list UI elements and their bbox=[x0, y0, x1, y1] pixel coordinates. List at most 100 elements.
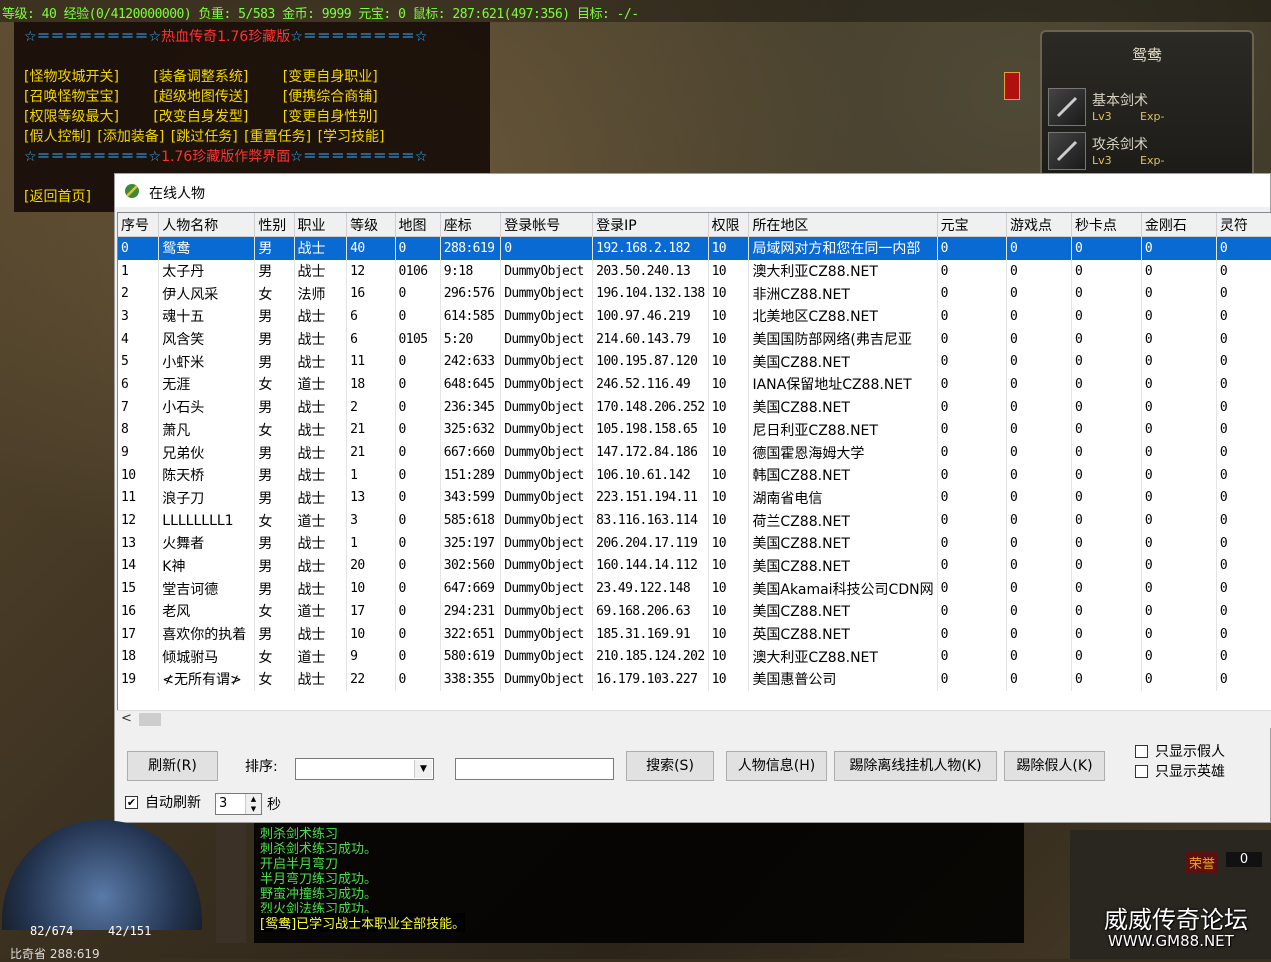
table-cell: 0 bbox=[1216, 645, 1271, 669]
table-row[interactable]: 19 ≮无所有谓≯ 女战士 22 0 338:355 DummyObject 16.179.1… bbox=[118, 668, 1271, 691]
table-cell: 19 bbox=[118, 668, 160, 691]
table-cell: 325:632 bbox=[440, 418, 502, 442]
gm-link-reset-quest[interactable]: [重置任务] bbox=[244, 129, 311, 145]
table-cell: 0 bbox=[1216, 668, 1271, 691]
table-row[interactable]: 3 魂十五男战士 6 0 614:585 DummyObject 100.97.46.219… bbox=[118, 305, 1271, 328]
search-button[interactable]: 搜索(S) bbox=[626, 751, 714, 781]
table-cell: 10 bbox=[708, 305, 750, 328]
only-hero-checkbox[interactable] bbox=[1135, 765, 1148, 778]
column-header[interactable]: 金刚石 bbox=[1141, 213, 1217, 237]
table-row[interactable]: 17 喜欢你的执着男战士 10 0 322:651 DummyObject 185.31.1… bbox=[118, 622, 1271, 646]
table-row[interactable]: 9 兄弟伙男战士 21 0 667:660 DummyObject 147.172.84.1… bbox=[118, 441, 1271, 464]
table-cell: 战士 bbox=[294, 305, 348, 328]
column-header[interactable]: 秒卡点 bbox=[1071, 213, 1142, 237]
table-row[interactable]: 11 浪子刀男战士 13 0 343:599 DummyObject 223.151.194… bbox=[118, 486, 1271, 510]
table-row[interactable]: 13 火舞者男战士 1 0 325:197 DummyObject 206.204.17.1… bbox=[118, 531, 1271, 555]
gm-link-change-class[interactable]: [变更自身职业] bbox=[283, 69, 378, 85]
table-row[interactable]: 8 萧凡女战士 21 0 325:632 DummyObject 105.198.158.6… bbox=[118, 418, 1271, 442]
gm-link-change-hair[interactable]: [改变自身发型] bbox=[153, 109, 248, 125]
table-cell: 242:633 bbox=[440, 350, 502, 374]
skill-item-attack-sword[interactable]: 攻杀剑术 Lv3 Exp- bbox=[1048, 132, 1248, 172]
only-fake-checkbox[interactable] bbox=[1135, 745, 1148, 758]
auto-refresh-checkbox[interactable]: ✔ bbox=[125, 796, 138, 809]
table-row[interactable]: 0 鸳鸯男战士 40 0 288:619 0 192.168.2.182 10 局域网对方和您在… bbox=[118, 236, 1271, 260]
table-row[interactable]: 7 小石头男战士 2 0 236:345 DummyObject 170.148.206.2… bbox=[118, 395, 1271, 419]
column-header[interactable]: 职业 bbox=[294, 213, 348, 237]
scroll-thumb[interactable] bbox=[139, 713, 161, 726]
table-cell: 0 bbox=[395, 600, 441, 623]
column-header[interactable]: 序号 bbox=[118, 213, 160, 237]
horizontal-scrollbar[interactable]: < bbox=[117, 710, 1271, 728]
close-tab-icon[interactable] bbox=[1004, 72, 1020, 100]
gm-link-skip-quest[interactable]: [跳过任务] bbox=[171, 129, 238, 145]
table-row[interactable]: 2 伊人风采女法师 16 0 296:576 DummyObject 196.104.132… bbox=[118, 282, 1271, 306]
player-info-button[interactable]: 人物信息(H) bbox=[726, 751, 827, 781]
gm-link-add-equip[interactable]: [添加装备] bbox=[97, 129, 164, 145]
table-row[interactable]: 16 老风女道士 17 0 294:231 DummyObject 69.168.206.6… bbox=[118, 600, 1271, 623]
refresh-button[interactable]: 刷新(R) bbox=[127, 751, 218, 781]
table-row[interactable]: 4 风含笑男战士 6 0105 5:20 DummyObject 214.60.143.79… bbox=[118, 327, 1271, 351]
column-header[interactable]: 等级 bbox=[346, 213, 396, 237]
column-header[interactable]: 灵符 bbox=[1216, 213, 1271, 237]
auto-refresh-spinner[interactable]: 3 ▲ ▼ bbox=[215, 793, 262, 815]
gm-link-fake-control[interactable]: [假人控制] bbox=[24, 129, 91, 145]
table-cell: 170.148.206.252 bbox=[592, 395, 709, 419]
table-cell: 男 bbox=[254, 577, 295, 600]
search-input[interactable] bbox=[455, 758, 614, 780]
table-cell: 4 bbox=[118, 327, 160, 351]
table-cell: 0 bbox=[937, 350, 1008, 374]
table-cell: 0 bbox=[1216, 486, 1271, 510]
column-header[interactable]: 人物名称 bbox=[158, 213, 256, 237]
table-cell: 196.104.132.138 bbox=[592, 282, 709, 306]
gm-link-change-gender[interactable]: [变更自身性别] bbox=[283, 109, 378, 125]
spinner-arrows-icon[interactable]: ▲ ▼ bbox=[245, 794, 261, 814]
column-header[interactable]: 所在地区 bbox=[748, 213, 938, 237]
players-grid[interactable]: 序号 人物名称 性别 职业 等级 地图 座标 登录帐号 登录IP 权限 所在地区 元宝 游戏点 秒卡点 金刚… bbox=[117, 212, 1271, 712]
table-cell: 北美地区CZ88.NET bbox=[748, 305, 938, 328]
table-row[interactable]: 18 倾城驸马女道士 9 0 580:619 DummyObject 210.185.124… bbox=[118, 645, 1271, 669]
column-header[interactable]: 性别 bbox=[254, 213, 295, 237]
gm-header-title: 热血传奇1.76珍藏版 bbox=[161, 29, 291, 45]
table-cell: 0 bbox=[937, 373, 1008, 396]
table-row[interactable]: 5 小虾米男战士 11 0 242:633 DummyObject 100.195.87.1… bbox=[118, 350, 1271, 374]
gm-link-max-permission[interactable]: [权限等级最大] bbox=[24, 109, 119, 125]
table-row[interactable]: 15 堂吉诃德男战士 10 0 647:669 DummyObject 23.49.122.… bbox=[118, 577, 1271, 600]
skill-item-basic-sword[interactable]: 基本剑术 Lv3 Exp- bbox=[1048, 88, 1248, 128]
column-header[interactable]: 登录帐号 bbox=[500, 213, 594, 237]
table-cell: 0 bbox=[937, 418, 1008, 442]
table-row[interactable]: 12 LLLLLLLL1 女道士 3 0 585:618 DummyObject 83.116… bbox=[118, 509, 1271, 532]
gm-link-learn-skill[interactable]: [学习技能] bbox=[318, 129, 385, 145]
gm-link-portable-shop[interactable]: [便携综合商铺] bbox=[283, 89, 378, 105]
table-cell: 鸳鸯 bbox=[158, 236, 256, 260]
table-row[interactable]: 14 K神男战士 20 0 302:560 DummyObject 160.144.14.1… bbox=[118, 554, 1271, 578]
column-header[interactable]: 座标 bbox=[440, 213, 502, 237]
kick-offline-button[interactable]: 踢除离线挂机人物(K) bbox=[834, 751, 997, 781]
table-cell: 0 bbox=[1006, 259, 1072, 283]
table-row[interactable]: 1 太子丹男战士 12 0106 9:18 DummyObject 203.50.240.1… bbox=[118, 259, 1271, 283]
skill-exp: Exp- bbox=[1140, 154, 1165, 167]
table-cell: 0 bbox=[937, 441, 1008, 464]
column-header[interactable]: 登录IP bbox=[592, 213, 709, 237]
scroll-left-icon[interactable]: < bbox=[121, 711, 132, 726]
table-row[interactable]: 10 陈天桥男战士 1 0 151:289 DummyObject 106.10.61.14… bbox=[118, 463, 1271, 487]
table-cell: 0 bbox=[1006, 463, 1072, 487]
gm-link-equip-adjust[interactable]: [装备调整系统] bbox=[153, 69, 248, 85]
app-icon bbox=[125, 184, 139, 198]
kick-fake-button[interactable]: 踢除假人(K) bbox=[1004, 751, 1105, 781]
gm-link-summon-pet[interactable]: [召唤怪物宝宝] bbox=[24, 89, 119, 105]
gm-link-siege-toggle[interactable]: [怪物攻城开关] bbox=[24, 69, 119, 85]
chat-side-toolbar[interactable] bbox=[216, 823, 246, 943]
column-header[interactable]: 权限 bbox=[708, 213, 750, 237]
column-header[interactable]: 地图 bbox=[395, 213, 441, 237]
table-cell: 0 bbox=[1006, 600, 1072, 623]
gm-link-return-home[interactable]: [返回首页] bbox=[24, 186, 91, 206]
table-header-row: 序号 人物名称 性别 职业 等级 地图 座标 登录帐号 登录IP 权限 所在地区 元宝 游戏点 秒卡点 金刚… bbox=[118, 213, 1271, 237]
sort-select[interactable]: ▼ bbox=[295, 758, 434, 780]
table-row[interactable]: 6 无涯女道士 18 0 648:645 DummyObject 246.52.116.49… bbox=[118, 373, 1271, 396]
column-header[interactable]: 游戏点 bbox=[1006, 213, 1072, 237]
dialog-titlebar[interactable]: 在线人物 bbox=[115, 174, 1270, 207]
table-cell: 萧凡 bbox=[158, 418, 256, 442]
chevron-down-icon[interactable]: ▼ bbox=[414, 760, 432, 778]
column-header[interactable]: 元宝 bbox=[937, 213, 1008, 237]
gm-link-map-teleport[interactable]: [超级地图传送] bbox=[153, 89, 248, 105]
